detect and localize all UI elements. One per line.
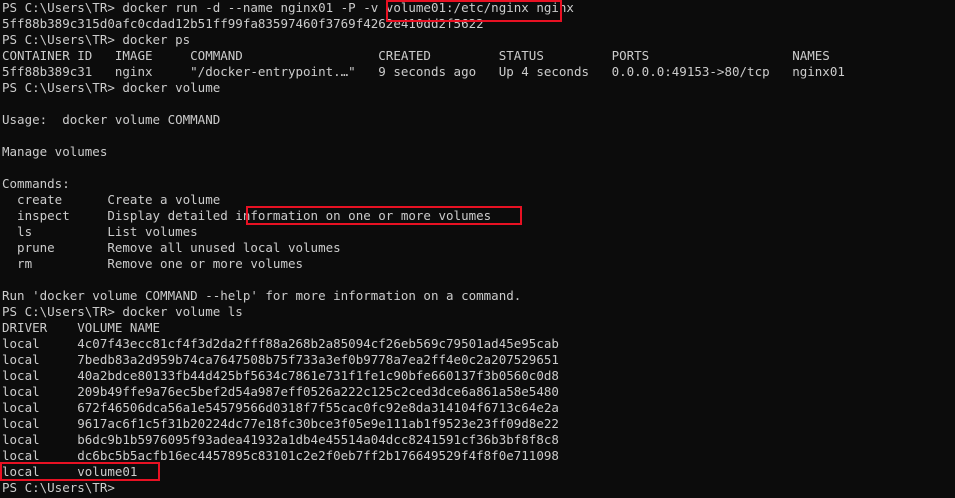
terminal-line-commands-heading: Commands: [2, 176, 70, 191]
terminal-line-usage: Usage: docker volume COMMAND [2, 112, 221, 127]
terminal-line-help-hint: Run 'docker volume COMMAND --help' for m… [2, 288, 522, 303]
terminal-line-command-rm: rm Remove one or more volumes [2, 256, 304, 271]
terminal-line-ps-header: CONTAINER ID IMAGE COMMAND CREATED STATU… [2, 48, 830, 63]
highlight-box-inspect-description [246, 206, 522, 225]
terminal-line-current-prompt[interactable]: PS C:\Users\TR> [2, 480, 122, 496]
terminal-line-command-ls: ls List volumes [2, 224, 198, 239]
terminal-line-volume-row: local 4c07f43ecc81cf4f3d2da2fff88a268b2a… [2, 336, 559, 351]
terminal-window[interactable]: PS C:\Users\TR> docker run -d --name ngi… [0, 0, 955, 498]
terminal-line-volume-row: local 209b49ffe9a76ec5bef2d54a987eff0526… [2, 384, 559, 399]
terminal-line-volume-command: PS C:\Users\TR> docker volume [2, 80, 221, 95]
highlight-box-volume01-row [0, 462, 160, 481]
prompt-text: PS C:\Users\TR> [2, 480, 123, 495]
terminal-line-volume-row: local 40a2bdce80133fb44d425bf5634c7861e7… [2, 368, 559, 383]
highlight-box-volume-mount [386, 0, 562, 22]
terminal-line-command-create: create Create a volume [2, 192, 221, 207]
terminal-line-ps-command: PS C:\Users\TR> docker ps [2, 32, 191, 47]
terminal-line-volume-ls-header: DRIVER VOLUME NAME [2, 320, 161, 335]
terminal-line-ps-row: 5ff88b389c31 nginx "/docker-entrypoint.…… [2, 64, 845, 79]
terminal-line-command-prune: prune Remove all unused local volumes [2, 240, 341, 255]
terminal-line-volume-row: local 9617ac6f1c5f31b20224dc77e18fc30bce… [2, 416, 559, 431]
terminal-line-volume-row: local b6dc9b1b5976095f93adea41932a1db4e4… [2, 432, 559, 447]
terminal-line-manage-volumes: Manage volumes [2, 144, 108, 159]
terminal-line-volume-ls-command: PS C:\Users\TR> docker volume ls [2, 304, 243, 319]
terminal-line-volume-row: local 7bedb83a2d959b74ca7647508b75f733a3… [2, 352, 559, 367]
terminal-line-volume-row: local 672f46506dca56a1e54579566d0318f7f5… [2, 400, 559, 415]
